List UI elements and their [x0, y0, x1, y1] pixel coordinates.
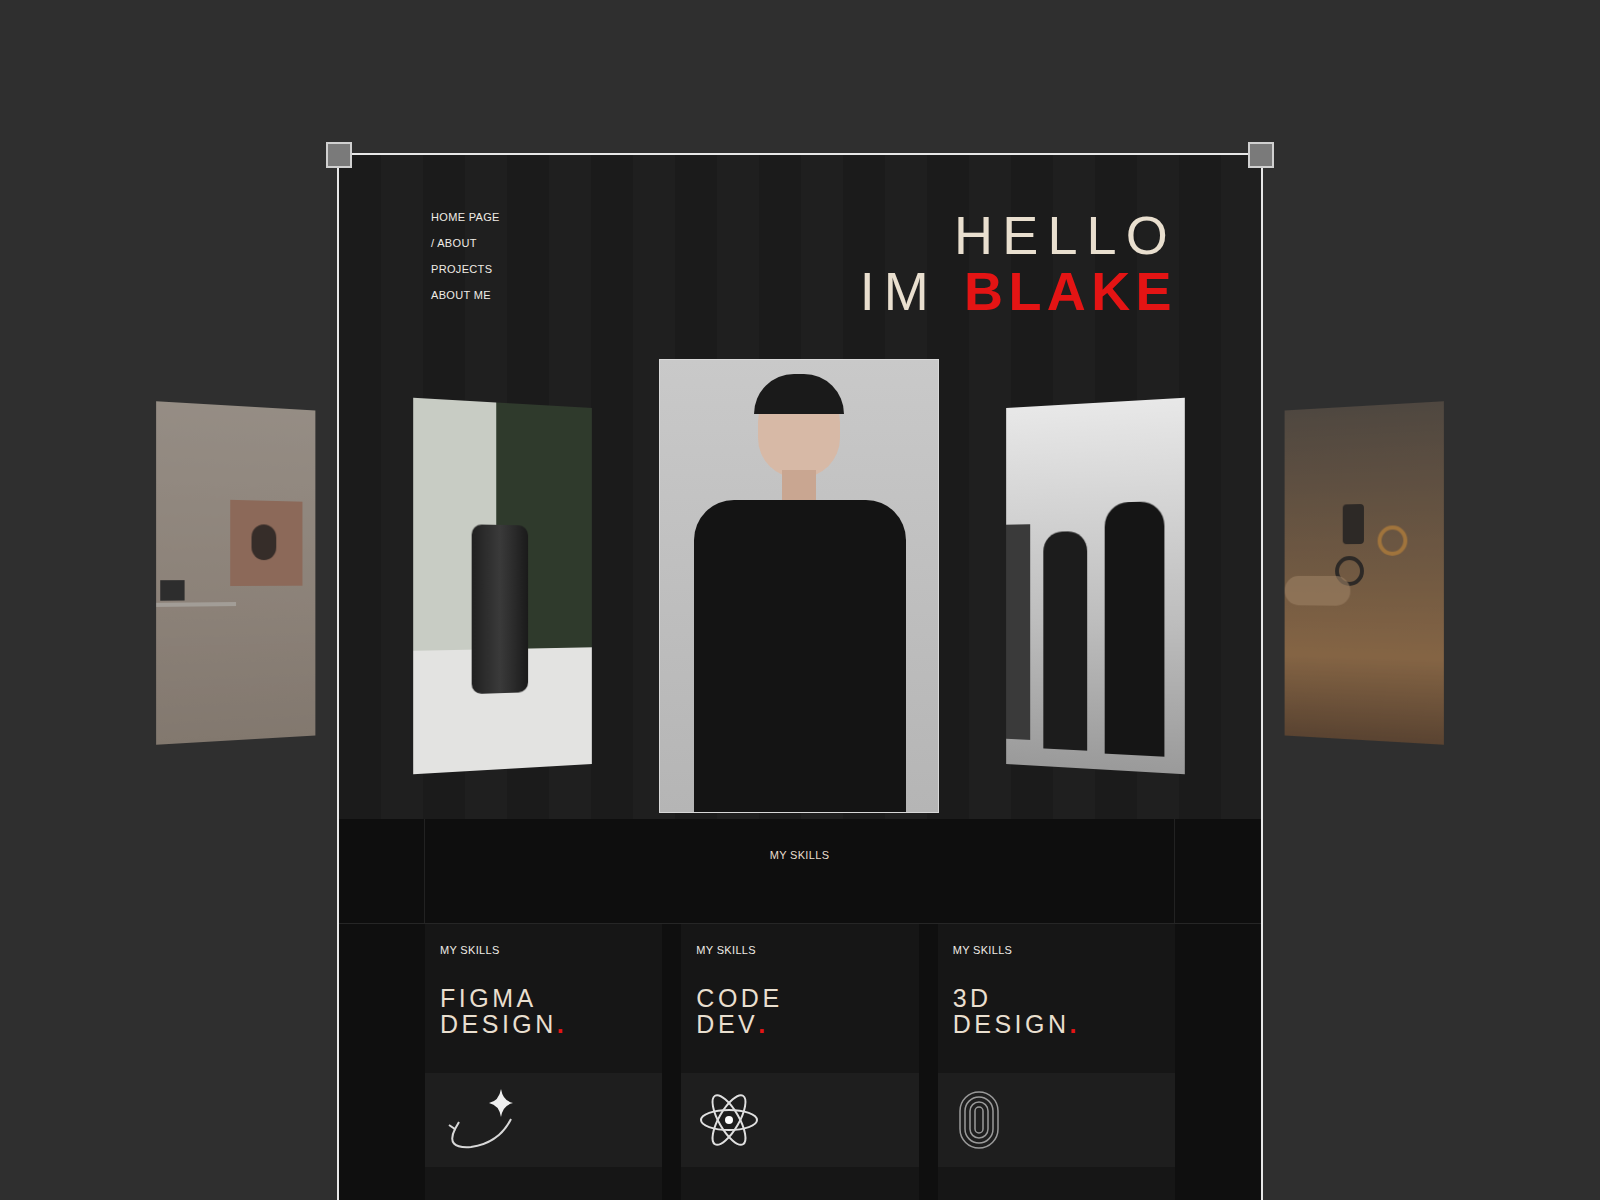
skills-band-label: MY SKILLS [770, 847, 830, 923]
team-photo[interactable] [1006, 398, 1185, 774]
skills-band: MY SKILLS [339, 819, 1261, 924]
photo-gallery [339, 359, 1261, 813]
skill-icon-panel [938, 1073, 1175, 1167]
accent-dot: . [1070, 1010, 1080, 1038]
skill-icon-panel [681, 1073, 918, 1167]
skill-card[interactable]: MY SKILLS FIGMADESIGN. [425, 924, 662, 1200]
nav-menu: HOME PAGE / ABOUT PROJECTS ABOUT ME [431, 207, 500, 319]
nav-item[interactable]: / ABOUT [431, 237, 500, 250]
page-frame[interactable]: HOME PAGE / ABOUT PROJECTS ABOUT ME HELLO IM B… [337, 153, 1263, 1200]
orbit-sparkle-icon [441, 1085, 521, 1155]
skill-title: CODEDEV. [696, 985, 903, 1037]
atom-icon [697, 1088, 761, 1152]
resize-handle[interactable] [326, 142, 352, 168]
skill-label: MY SKILLS [696, 942, 903, 959]
skill-title: 3DDESIGN. [953, 985, 1160, 1037]
nav-item[interactable]: HOME PAGE [431, 211, 500, 224]
hero-name: BLAKE [964, 263, 1177, 319]
resize-handle[interactable] [1248, 142, 1274, 168]
nav-item[interactable]: ABOUT ME [431, 289, 500, 302]
skills-grid: MY SKILLSFIGMADESIGN.MY SKILLSCODEDEV.MY… [339, 924, 1261, 1200]
accent-dot: . [758, 1010, 768, 1038]
ring-icon [954, 1088, 1004, 1152]
skill-label: MY SKILLS [953, 942, 1160, 959]
hero-section: HOME PAGE / ABOUT PROJECTS ABOUT ME HELLO IM B… [339, 155, 1261, 819]
studio-photo [156, 401, 315, 745]
canvas: HOME PAGE / ABOUT PROJECTS ABOUT ME HELLO IM B… [0, 0, 1600, 1200]
portrait-photo[interactable] [659, 359, 939, 813]
nav-item[interactable]: PROJECTS [431, 263, 500, 276]
accent-dot: . [557, 1010, 567, 1038]
hero-prefix: IM [860, 263, 938, 319]
skill-card[interactable]: MY SKILLS 3DDESIGN. [938, 924, 1175, 1200]
skill-title: FIGMADESIGN. [440, 985, 647, 1037]
hero-heading: HELLO IM BLAKE [860, 207, 1177, 319]
hero-greeting: HELLO [954, 207, 1177, 263]
skill-icon-panel [425, 1073, 662, 1167]
skill-card[interactable]: MY SKILLS CODEDEV. [681, 924, 918, 1200]
skill-label: MY SKILLS [440, 942, 647, 959]
motocross-photo [1285, 401, 1444, 745]
speaker-photo[interactable] [413, 398, 592, 774]
